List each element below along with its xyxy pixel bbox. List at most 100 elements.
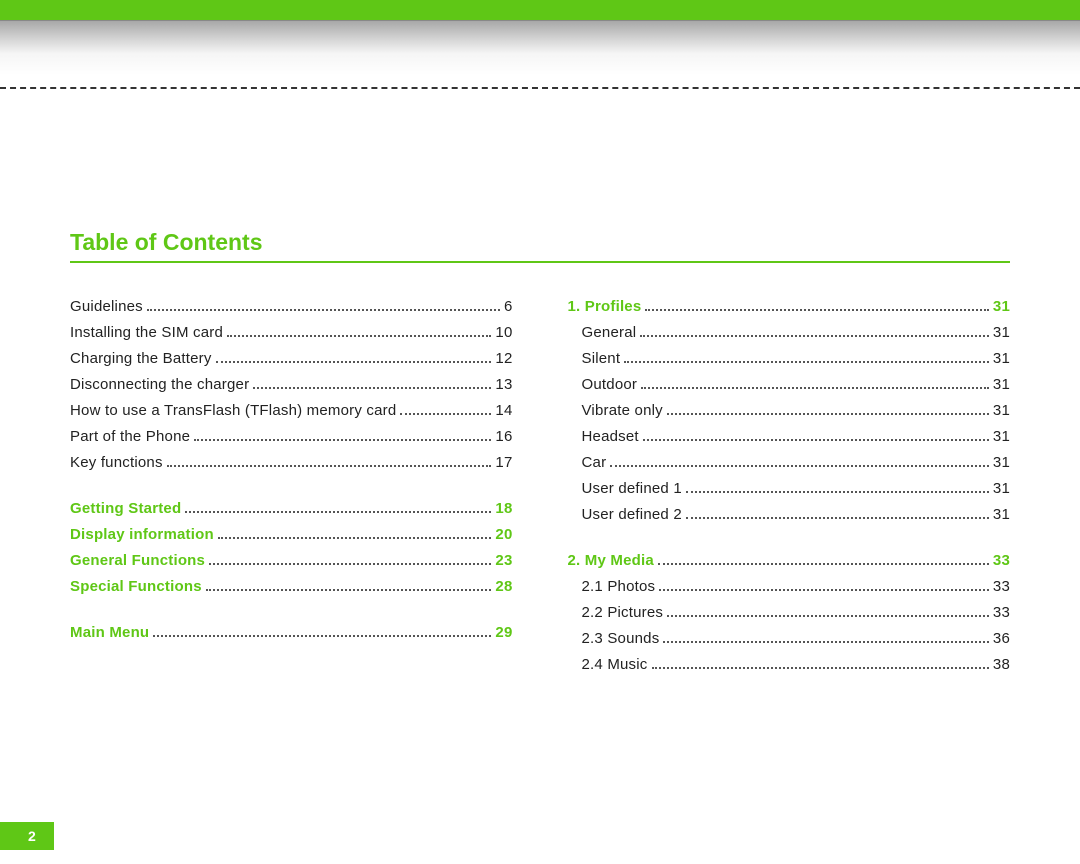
toc-entry: Installing the SIM card 10 [70,324,513,341]
toc-entry-page: 29 [495,624,512,641]
toc-entry: 2.2 Pictures 33 [568,604,1011,621]
toc-entry-page: 31 [993,428,1010,445]
dot-leader [227,335,491,337]
toc-entry: Car 31 [568,454,1011,471]
toc-entry: 1. Profiles31 [568,298,1011,315]
toc-entry: 2.1 Photos33 [568,578,1011,595]
toc-entry-page: 33 [993,604,1010,621]
dot-leader [147,309,500,311]
toc-entry-label: Part of the Phone [70,428,190,445]
dot-leader [645,309,989,311]
dot-leader [658,563,989,565]
toc-gap [70,604,513,624]
dot-leader [667,615,989,617]
toc-entry: Special Functions 28 [70,578,513,595]
toc-entry-label: Display information [70,526,214,543]
toc-entry: 2.3 Sounds 36 [568,630,1011,647]
toc-entry: User defined 1 31 [568,480,1011,497]
toc-entry-page: 10 [495,324,512,341]
toc-entry-page: 12 [495,350,512,367]
toc-entry-label: Special Functions [70,578,202,595]
toc-entry-label: Car [568,454,607,471]
toc-entry-page: 28 [495,578,512,595]
toc-entry-page: 31 [993,454,1010,471]
toc-entry-page: 33 [993,552,1010,569]
toc-entry: Vibrate only31 [568,402,1011,419]
toc-entry: Headset 31 [568,428,1011,445]
toc-gap [568,532,1011,552]
toc-entry-page: 38 [993,656,1010,673]
page-footer: 2 [0,822,54,850]
dot-leader [206,589,492,591]
page-number: 2 [0,822,54,850]
toc-entry-label: Disconnecting the charger [70,376,249,393]
toc-entry-label: How to use a TransFlash (TFlash) memory … [70,402,396,419]
toc-entry: Outdoor31 [568,376,1011,393]
toc-entry-label: General [568,324,637,341]
page-content: Table of Contents Guidelines 6 Installing … [0,89,1080,682]
toc-entry-label: Installing the SIM card [70,324,223,341]
toc-entry-page: 23 [495,552,512,569]
dot-leader [610,465,989,467]
toc-entry-page: 6 [504,298,513,315]
toc-entry-page: 13 [495,376,512,393]
dot-leader [185,511,491,513]
toc-right-column: 1. Profiles31General31Silent31Outdoor31V… [568,298,1011,682]
toc-entry: 2.4 Music38 [568,656,1011,673]
toc-entry-page: 31 [993,480,1010,497]
dot-leader [194,439,491,441]
toc-entry-label: Getting Started [70,500,181,517]
toc-entry-label: Vibrate only [568,402,663,419]
dot-leader [663,641,989,643]
toc-entry-label: 2. My Media [568,552,654,569]
header-gradient [0,20,1080,75]
toc-entry-label: General Functions [70,552,205,569]
dot-leader [218,537,492,539]
toc-entry-label: Main Menu [70,624,149,641]
toc-entry-label: 2.2 Pictures [568,604,664,621]
dot-leader [400,413,491,415]
toc-entry: User defined 231 [568,506,1011,523]
toc-entry-label: User defined 1 [568,480,682,497]
toc-entry: Key functions17 [70,454,513,471]
dot-leader [686,517,989,519]
dot-leader [209,563,491,565]
dot-leader [641,387,989,389]
toc-entry: Getting Started 18 [70,500,513,517]
toc-entry-label: 2.1 Photos [568,578,656,595]
toc-entry-label: 2.3 Sounds [568,630,660,647]
toc-entry-page: 20 [495,526,512,543]
toc-entry-page: 36 [993,630,1010,647]
dot-leader [667,413,989,415]
toc-entry: How to use a TransFlash (TFlash) memory … [70,402,513,419]
dot-leader [643,439,989,441]
dot-leader [640,335,989,337]
dot-leader [153,635,491,637]
toc-left-column: Guidelines 6 Installing the SIM card 10 Char… [70,298,513,682]
toc-entry-label: Silent [568,350,621,367]
toc-entry-label: Charging the Battery [70,350,212,367]
dot-leader [686,491,989,493]
toc-entry-label: Outdoor [568,376,638,393]
toc-entry: Guidelines 6 [70,298,513,315]
toc-entry-page: 31 [993,324,1010,341]
toc-entry: Disconnecting the charger 13 [70,376,513,393]
toc-entry: Charging the Battery 12 [70,350,513,367]
toc-gap [70,480,513,500]
toc-entry-page: 17 [495,454,512,471]
dot-leader [659,589,989,591]
toc-entry-label: Headset [568,428,639,445]
dot-leader [652,667,989,669]
dot-leader [253,387,491,389]
toc-columns: Guidelines 6 Installing the SIM card 10 Char… [70,298,1010,682]
toc-entry: Display information 20 [70,526,513,543]
toc-entry: Part of the Phone 16 [70,428,513,445]
toc-entry-label: User defined 2 [568,506,682,523]
toc-title: Table of Contents [70,229,1010,256]
toc-entry-page: 18 [495,500,512,517]
toc-entry-label: Guidelines [70,298,143,315]
toc-entry-page: 16 [495,428,512,445]
top-green-bar [0,0,1080,20]
toc-entry: General Functions 23 [70,552,513,569]
toc-entry: Silent31 [568,350,1011,367]
